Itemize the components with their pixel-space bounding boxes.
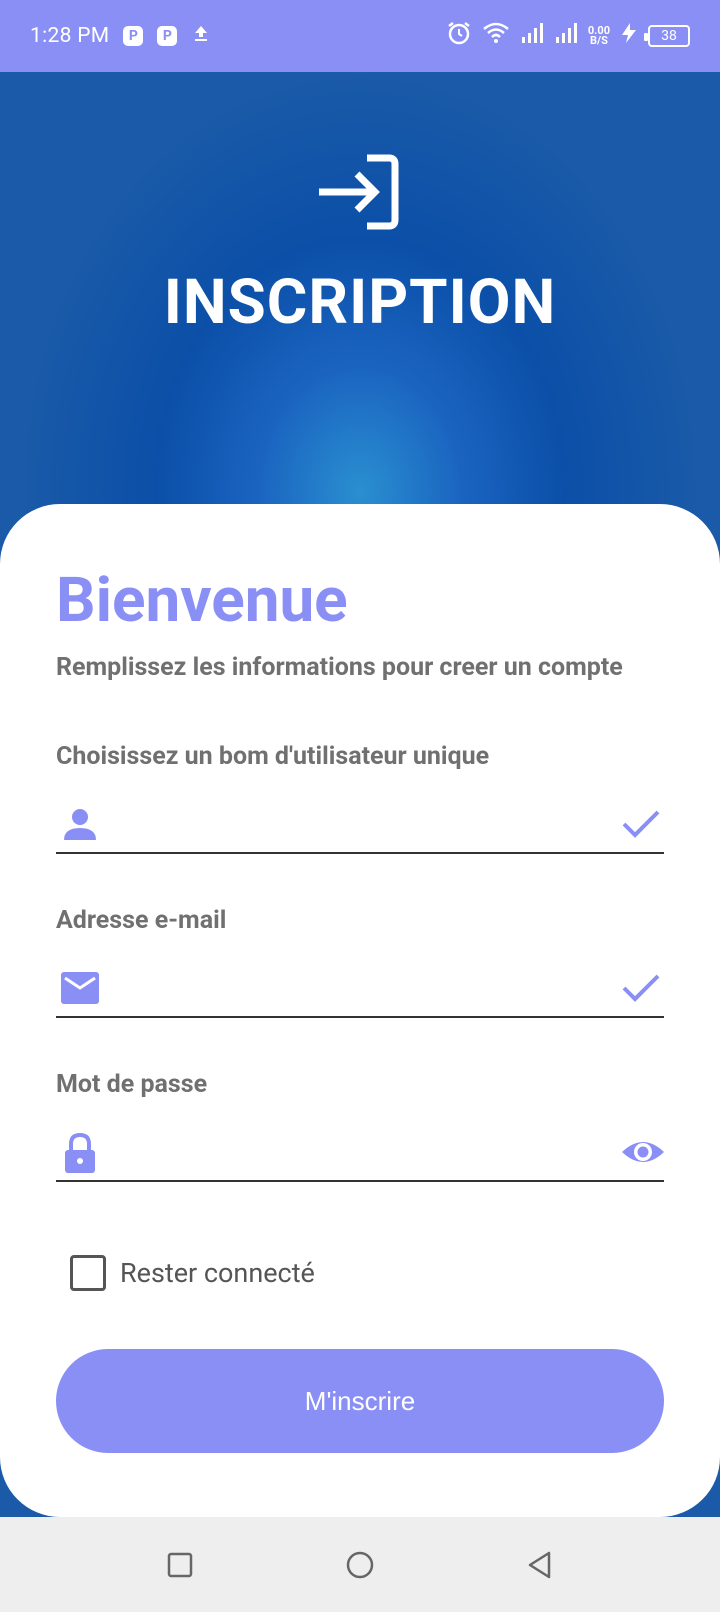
password-label: Mot de passe (56, 1070, 208, 1099)
person-icon (60, 804, 100, 844)
network-speed: 0.00 B/S (588, 25, 610, 47)
back-triangle-icon[interactable] (522, 1547, 558, 1583)
welcome-heading: Bienvenue (56, 564, 348, 637)
welcome-subtitle: Remplissez les informations pour creer u… (56, 653, 623, 682)
upload-icon (191, 23, 211, 49)
charging-icon (620, 22, 638, 50)
email-input[interactable] (118, 968, 604, 1008)
form-card: Bienvenue Remplissez les informations po… (0, 504, 720, 1517)
navigation-bar (0, 1517, 720, 1612)
check-icon (620, 804, 662, 844)
remember-checkbox[interactable] (70, 1255, 106, 1291)
recents-square-icon[interactable] (162, 1547, 198, 1583)
speed-unit: B/S (590, 34, 608, 47)
wifi-icon (482, 21, 510, 51)
email-field[interactable] (56, 960, 664, 1018)
lock-icon (60, 1132, 100, 1173)
status-bar: 1:28 PM P P 0.00 B/S 38 (0, 0, 720, 72)
remember-row[interactable]: Rester connecté (70, 1255, 315, 1291)
status-right: 0.00 B/S 38 (446, 20, 690, 52)
login-icon (315, 152, 405, 232)
page-title: INSCRIPTION (163, 266, 557, 339)
status-time: 1:28 PM (30, 24, 110, 48)
signal-icon (554, 22, 578, 50)
username-label: Choisissez un bom d'utilisateur unique (56, 742, 490, 771)
submit-button[interactable]: M'inscrire (56, 1349, 664, 1453)
signal-icon (520, 22, 544, 50)
alarm-icon (446, 20, 472, 52)
eye-icon[interactable] (620, 1132, 664, 1172)
password-field[interactable] (56, 1124, 664, 1182)
password-input[interactable] (118, 1132, 604, 1172)
home-circle-icon[interactable] (342, 1547, 378, 1583)
username-field[interactable] (56, 796, 664, 854)
status-left: 1:28 PM P P (30, 23, 211, 49)
p-app-icon: P (157, 26, 178, 46)
username-input[interactable] (118, 804, 604, 844)
email-label: Adresse e-mail (56, 906, 227, 935)
remember-label[interactable]: Rester connecté (120, 1257, 315, 1289)
p-app-icon: P (123, 26, 144, 46)
mail-icon (60, 968, 100, 1008)
battery-indicator: 38 (644, 25, 690, 47)
check-icon (620, 968, 662, 1008)
